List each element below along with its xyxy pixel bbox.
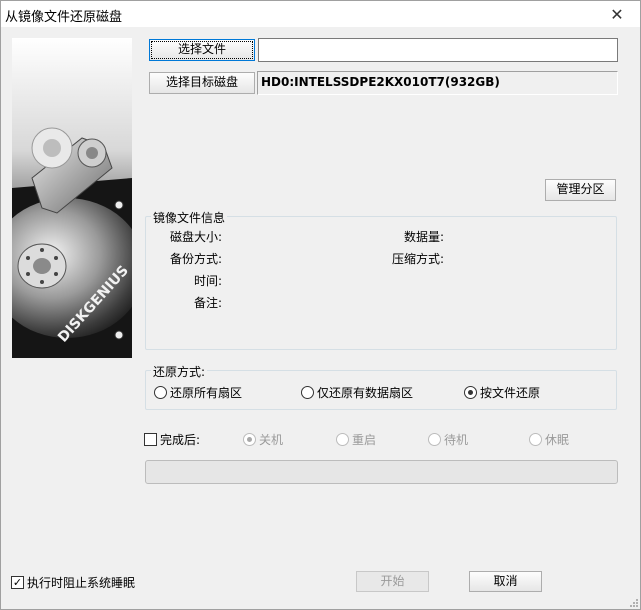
hard-drive-icon: DISKGENIUS — [12, 38, 132, 358]
disk-size-label: 磁盘大小: — [169, 230, 222, 244]
prevent-sleep-checkbox[interactable]: ✓ 执行时阻止系统睡眠 — [11, 574, 135, 591]
radio-hibernate[interactable]: 休眠 — [529, 431, 569, 448]
radio-indicator-selected — [243, 433, 256, 446]
target-disk-field: HD0:INTELSSDPE2KX010T7(932GB) — [257, 71, 618, 95]
radio-restart[interactable]: 重启 — [336, 431, 376, 448]
radio-label: 重启 — [352, 433, 377, 447]
checkbox-box — [144, 433, 157, 446]
start-button[interactable]: 开始 — [356, 571, 429, 592]
notes-label: 备注: — [193, 296, 222, 310]
after-completion-checkbox[interactable]: 完成后: — [144, 431, 200, 448]
radio-indicator-selected — [464, 386, 477, 399]
backup-mode-label: 备份方式: — [169, 252, 222, 266]
select-file-button[interactable]: 选择文件 — [149, 39, 255, 61]
resize-grip-icon[interactable] — [628, 597, 638, 607]
radio-label: 关机 — [259, 433, 284, 447]
radio-restore-data-sectors[interactable]: 仅还原有数据扇区 — [301, 384, 413, 401]
prevent-sleep-label: 执行时阻止系统睡眠 — [27, 576, 136, 590]
radio-indicator — [336, 433, 349, 446]
compression-label: 压缩方式: — [391, 252, 444, 266]
data-amount-label: 数据量: — [403, 230, 444, 244]
radio-restore-by-file[interactable]: 按文件还原 — [464, 384, 540, 401]
close-icon: ✕ — [610, 4, 624, 24]
after-completion-label: 完成后: — [160, 433, 201, 447]
cancel-button[interactable]: 取消 — [469, 571, 542, 592]
image-info-title: 镜像文件信息 — [151, 209, 228, 226]
radio-indicator — [154, 386, 167, 399]
radio-restore-all-sectors[interactable]: 还原所有扇区 — [154, 384, 242, 401]
close-button[interactable]: ✕ — [594, 1, 640, 27]
restore-mode-title: 还原方式: — [151, 363, 208, 380]
checkmark-icon: ✓ — [12, 576, 23, 589]
hard-drive-illustration: DISKGENIUS — [12, 38, 132, 358]
restore-disk-dialog: 从镜像文件还原磁盘 ✕ DISKGENIUS 选择文件 选择目标磁盘 HD0:I… — [0, 0, 641, 610]
radio-standby[interactable]: 待机 — [428, 431, 468, 448]
radio-shutdown[interactable]: 关机 — [243, 431, 283, 448]
image-file-path-field[interactable] — [258, 38, 618, 62]
radio-indicator — [529, 433, 542, 446]
select-target-disk-button[interactable]: 选择目标磁盘 — [149, 72, 255, 94]
radio-label: 待机 — [444, 433, 469, 447]
radio-indicator — [428, 433, 441, 446]
title-bar[interactable]: 从镜像文件还原磁盘 ✕ — [1, 1, 640, 27]
checkbox-box: ✓ — [11, 576, 24, 589]
time-label: 时间: — [193, 274, 222, 288]
radio-label: 还原所有扇区 — [170, 386, 243, 400]
radio-indicator — [301, 386, 314, 399]
radio-label: 休眠 — [545, 433, 570, 447]
restore-progress-bar — [145, 460, 618, 484]
radio-label: 仅还原有数据扇区 — [317, 386, 414, 400]
manage-partitions-button[interactable]: 管理分区 — [545, 179, 616, 201]
radio-label: 按文件还原 — [480, 386, 541, 400]
window-title: 从镜像文件还原磁盘 — [5, 10, 123, 25]
